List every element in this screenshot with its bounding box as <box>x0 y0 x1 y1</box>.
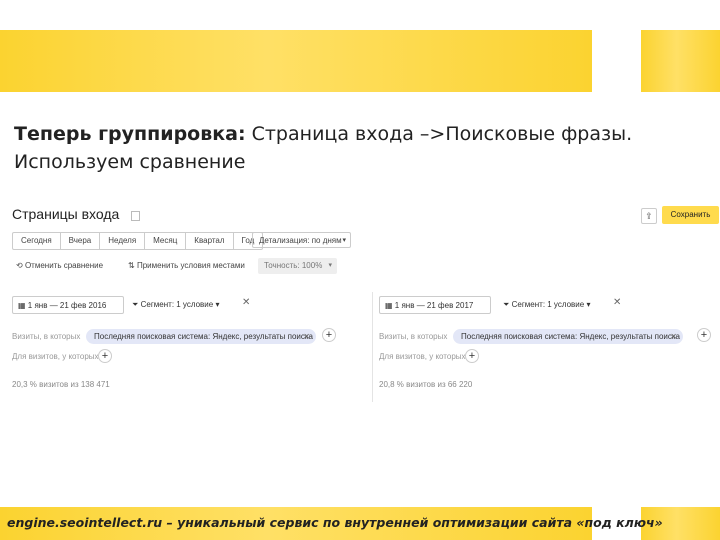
heading-rest: Страница входа –>Поисковые фразы. <box>245 123 633 145</box>
condition-chip-label: Последняя поисковая система: Яндекс, рез… <box>461 332 680 341</box>
heading-line2: Используем сравнение <box>14 151 246 173</box>
segment-button[interactable]: ⏷ Сегмент: 1 условие ▾ <box>132 296 219 314</box>
period-week[interactable]: Неделя <box>100 233 146 249</box>
visit-condition-label: Визиты, в которых <box>379 332 448 341</box>
metrica-screenshot: Страницы входа ⇪ Сохранить Сегодня Вчера… <box>0 200 720 410</box>
cancel-compare-button[interactable]: ⟲ Отменить сравнение <box>16 258 103 274</box>
page-title: Страницы входа <box>12 206 120 222</box>
chevron-down-icon: ▾ <box>328 262 332 269</box>
top-yellow-band-side <box>641 30 720 92</box>
swap-conditions-button[interactable]: ⇅ Применить условия местами <box>128 258 245 274</box>
calendar-icon: ▦ <box>385 301 393 310</box>
footer-text: engine.seointellect.ru – уникальный серв… <box>7 515 663 530</box>
remove-chip-icon[interactable]: ✕ <box>670 329 677 344</box>
compare-icon: ⟲ <box>16 261 23 270</box>
detail-select-label: Детализация: по дням <box>259 236 342 245</box>
filter-icon: ⏷ <box>503 300 510 309</box>
add-visit-condition-button[interactable]: + <box>98 349 112 363</box>
period-today[interactable]: Сегодня <box>13 233 61 249</box>
visits-condition-label: Для визитов, у которых <box>12 352 99 361</box>
add-condition-button[interactable]: + <box>322 328 336 342</box>
date-range-button[interactable]: ▦ 1 янв — 21 фев 2017 <box>379 296 491 314</box>
segment-label: Сегмент: 1 условие <box>140 300 214 309</box>
period-selector: Сегодня Вчера Неделя Месяц Квартал Год <box>12 232 264 250</box>
condition-chip[interactable]: Последняя поисковая система: Яндекс, рез… <box>453 329 683 344</box>
detail-select[interactable]: Детализация: по дням ▾ <box>252 232 351 248</box>
heading-bold: Теперь группировка: <box>14 123 246 145</box>
add-visit-condition-button[interactable]: + <box>465 349 479 363</box>
compare-column-right: ▦ 1 янв — 21 фев 2017 ⏷ Сегмент: 1 услов… <box>372 292 719 402</box>
compare-column-left: ▦ 1 янв — 21 фев 2016 ⏷ Сегмент: 1 услов… <box>12 292 352 402</box>
period-yesterday[interactable]: Вчера <box>61 233 101 249</box>
close-icon[interactable]: ✕ <box>242 297 250 308</box>
calendar-icon: ▦ <box>18 301 26 310</box>
remove-chip-icon[interactable]: ✕ <box>303 329 310 344</box>
segment-button[interactable]: ⏷ Сегмент: 1 условие ▾ <box>503 296 590 314</box>
cancel-compare-label: Отменить сравнение <box>24 261 104 270</box>
top-yellow-band <box>0 30 592 92</box>
date-range-label: 1 янв — 21 фев 2016 <box>27 301 107 310</box>
segment-label: Сегмент: 1 условие <box>511 300 585 309</box>
close-icon[interactable]: ✕ <box>613 297 621 308</box>
visit-condition-label: Визиты, в которых <box>12 332 81 341</box>
segment-summary: 20,8 % визитов из 66 220 <box>379 380 473 389</box>
condition-chip[interactable]: Последняя поисковая система: Яндекс, рез… <box>86 329 316 344</box>
segment-summary: 20,3 % визитов из 138 471 <box>12 380 110 389</box>
slide-heading: Теперь группировка: Страница входа –>Пои… <box>14 120 674 176</box>
accuracy-select[interactable]: Точность: 100% ▾ <box>258 258 337 274</box>
period-month[interactable]: Месяц <box>145 233 187 249</box>
period-quarter[interactable]: Квартал <box>186 233 234 249</box>
visits-condition-label: Для визитов, у которых <box>379 352 466 361</box>
share-icon[interactable]: ⇪ <box>641 208 657 224</box>
accuracy-label: Точность: 100% <box>264 261 323 270</box>
chevron-down-icon: ▾ <box>215 300 220 309</box>
chevron-down-icon: ▾ <box>586 300 591 309</box>
chevron-down-icon: ▾ <box>342 237 346 244</box>
save-button[interactable]: Сохранить <box>662 206 719 224</box>
bookmark-icon[interactable] <box>131 211 140 221</box>
date-range-label: 1 янв — 21 фев 2017 <box>394 301 474 310</box>
swap-conditions-label: Применить условия местами <box>136 261 245 270</box>
condition-chip-label: Последняя поисковая система: Яндекс, рез… <box>94 332 313 341</box>
filter-icon: ⏷ <box>132 300 139 309</box>
add-condition-button[interactable]: + <box>697 328 711 342</box>
swap-icon: ⇅ <box>128 261 135 270</box>
date-range-button[interactable]: ▦ 1 янв — 21 фев 2016 <box>12 296 124 314</box>
